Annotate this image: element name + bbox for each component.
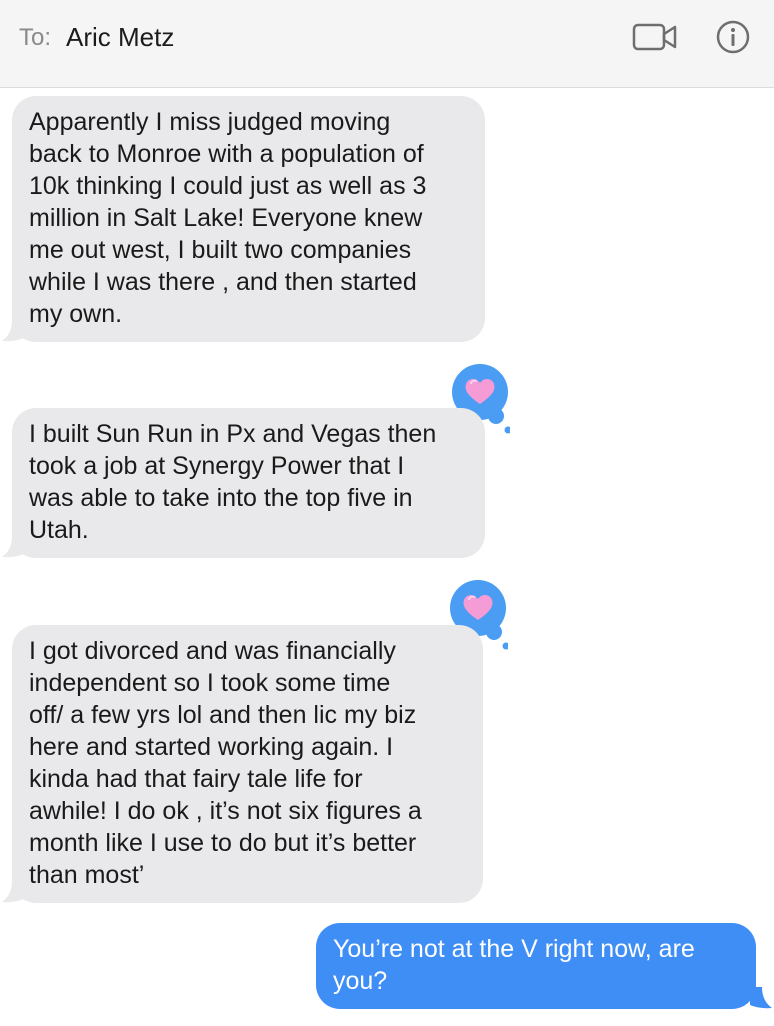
message-line: awhile! I do ok , it’s not six figures a <box>29 797 422 825</box>
message-line: million in Salt Lake! Everyone knew <box>29 204 423 232</box>
bubble-tail-incoming <box>2 320 24 342</box>
to-label: To: <box>19 24 52 51</box>
info-icon[interactable] <box>716 20 750 54</box>
message-line: here and started working again. I <box>29 733 394 761</box>
message-line: Utah. <box>29 516 89 544</box>
message-line: my own. <box>29 300 123 328</box>
message-bubble-incoming[interactable]: Apparently I miss judged moving back to … <box>12 96 485 342</box>
bubble-tail-incoming <box>2 881 24 903</box>
message-line: me out west, I built two companies <box>29 236 412 264</box>
video-camera-icon[interactable] <box>632 22 678 52</box>
message-line: off/ a few yrs lol and then lic my biz <box>29 701 417 729</box>
message-line: 10k thinking I could just as well as 3 <box>29 172 427 200</box>
message-bubble-incoming[interactable]: I got divorced and was financially indep… <box>12 625 483 903</box>
message-line: You’re not at the V right now, are <box>333 935 695 963</box>
message-line: month like I use to do but it’s better <box>29 829 417 857</box>
message-line: was able to take into the top five in <box>29 484 413 512</box>
recipient-name[interactable]: Aric Metz <box>66 22 174 53</box>
message-line: Apparently I miss judged moving <box>29 108 391 136</box>
bubble-tail-incoming <box>2 536 24 558</box>
message-line: you? <box>333 967 388 995</box>
message-bubble-incoming[interactable]: I built Sun Run in Px and Vegas then too… <box>12 408 485 558</box>
message-bubble-outgoing[interactable]: You’re not at the V right now, are you? <box>316 923 756 1009</box>
message-line: kinda had that fairy tale life for <box>29 765 363 793</box>
message-line: while I was there , and then started <box>29 268 417 296</box>
message-line: independent so I took some time <box>29 669 391 697</box>
message-line: took a job at Synergy Power that I <box>29 452 405 480</box>
conversation-header: To: Aric Metz <box>0 0 774 88</box>
message-line: than most’ <box>29 861 145 889</box>
message-line: I got divorced and was financially <box>29 637 396 665</box>
message-line: I built Sun Run in Px and Vegas then <box>29 420 437 448</box>
message-line: back to Monroe with a population of <box>29 140 424 168</box>
bubble-tail-outgoing <box>750 987 772 1009</box>
